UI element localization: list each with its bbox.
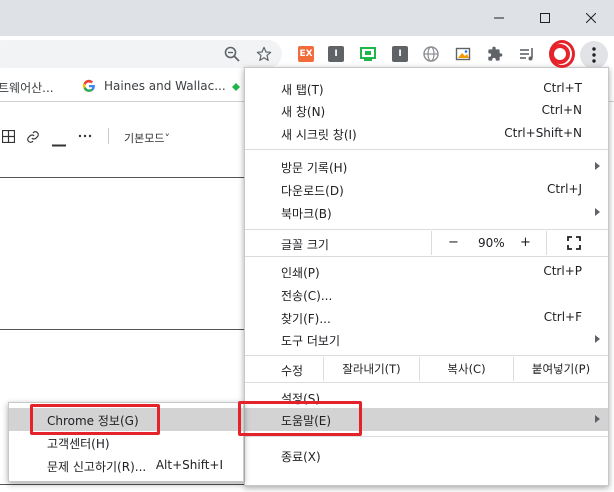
style-mode-dropdown[interactable]: 기본모드˅ (124, 130, 170, 146)
bookmark-item-1[interactable]: 트웨어산... (0, 79, 54, 96)
menu-item-find[interactable]: 찾기(F)... Ctrl+F (245, 306, 608, 329)
paste-button[interactable]: 붙여넣기(P) (513, 357, 608, 381)
menu-item-shortcut: Ctrl+Shift+N (504, 126, 582, 140)
menu-item-more-tools[interactable]: 도구 더보기 (245, 328, 608, 351)
menu-item-incognito[interactable]: 새 시크릿 창(I) Ctrl+Shift+N (245, 122, 608, 145)
menu-item-label: 다운로드(D) (281, 184, 344, 198)
submenu-arrow-icon (595, 335, 600, 343)
menu-item-label: 새 시크릿 창(I) (281, 128, 357, 142)
toolbar-divider (108, 128, 109, 148)
extension-gray-1-button[interactable]: I (326, 44, 346, 64)
menu-item-label: 인쇄(P) (281, 266, 320, 280)
menu-zoom-row: 글꼴 크기 − 90% + (245, 231, 608, 255)
fullscreen-icon[interactable] (567, 236, 581, 250)
menu-item-shortcut: Ctrl+T (543, 81, 582, 95)
zoom-out-magnifier-icon[interactable] (222, 44, 242, 64)
table-icon[interactable] (1, 129, 16, 147)
minimize-icon (494, 17, 504, 19)
star-icon[interactable] (254, 44, 274, 64)
extension-green-icon (360, 47, 376, 61)
title-bar (0, 0, 614, 36)
menu-item-label: 새 탭(T) (281, 83, 324, 97)
extension-green-button[interactable] (358, 44, 378, 64)
submenu-item-label: 고객센터(H) (47, 437, 110, 451)
submenu-item-shortcut: Alt+Shift+I (155, 458, 223, 472)
copy-button[interactable]: 복사(C) (419, 357, 513, 381)
globe-icon[interactable] (421, 44, 441, 64)
edit-label: 수정 (281, 364, 304, 378)
cut-button[interactable]: 잘라내기(T) (323, 357, 419, 381)
menu-item-new-window[interactable]: 새 창(N) Ctrl+N (245, 99, 608, 122)
content-divider-1 (0, 177, 244, 178)
menu-item-shortcut: Ctrl+J (547, 182, 582, 196)
menu-item-label: 전송(C)... (281, 289, 333, 303)
menu-item-cast[interactable]: 전송(C)... (245, 283, 608, 306)
annotation-help-highlight (238, 401, 362, 436)
menu-separator (245, 229, 608, 230)
extension-gray-1-icon: I (328, 46, 344, 62)
menu-item-exit[interactable]: 종료(X) (245, 444, 608, 467)
menu-separator (245, 256, 608, 257)
minimize-button[interactable] (476, 0, 522, 36)
editor-toolbar: 기본모드˅ (0, 126, 250, 150)
menu-separator (245, 436, 608, 437)
ex-extension-icon: EX (298, 46, 314, 62)
menu-item-shortcut: Ctrl+N (541, 103, 582, 117)
maximize-icon (540, 13, 550, 23)
content-divider-2 (0, 329, 244, 330)
extension-gray-2-icon: I (392, 46, 408, 62)
maximize-button[interactable] (522, 0, 568, 36)
menu-item-history[interactable]: 방문 기록(H) (245, 155, 608, 178)
annotation-about-highlight (30, 404, 160, 435)
submenu-arrow-icon (595, 415, 600, 423)
menu-item-new-tab[interactable]: 새 탭(T) Ctrl+T (245, 77, 608, 100)
menu-item-print[interactable]: 인쇄(P) Ctrl+P (245, 260, 608, 283)
menu-item-shortcut: Ctrl+F (543, 310, 582, 324)
bookmark-item-2[interactable]: Haines and Wallac... (104, 79, 226, 93)
close-button[interactable] (568, 0, 614, 36)
google-icon (82, 79, 96, 94)
submenu-arrow-icon (595, 208, 600, 216)
bookmark-folder-icon[interactable] (232, 81, 242, 96)
three-dot-menu-icon (592, 47, 596, 63)
extension-gray-2-button[interactable]: I (390, 44, 410, 64)
puzzle-icon[interactable] (485, 44, 505, 64)
menu-separator (245, 149, 608, 150)
menu-item-downloads[interactable]: 다운로드(D) Ctrl+J (245, 178, 608, 201)
close-icon (586, 13, 596, 23)
media-queue-icon[interactable] (517, 44, 537, 64)
menu-item-label: 새 창(N) (281, 105, 326, 119)
menu-item-label: 종료(X) (281, 450, 321, 464)
menu-item-bookmarks[interactable]: 북마크(B) (245, 201, 608, 224)
menu-separator (245, 355, 608, 356)
menu-item-label: 북마크(B) (281, 207, 332, 221)
ex-extension-button[interactable]: EX (296, 44, 316, 64)
image-icon[interactable] (453, 44, 473, 64)
chrome-menu-button[interactable] (580, 41, 608, 69)
menu-item-label: 방문 기록(H) (281, 161, 348, 175)
zoom-out-button[interactable]: − (448, 235, 459, 250)
menu-item-shortcut: Ctrl+P (543, 264, 582, 278)
submenu-item-label: 문제 신고하기(R)... (47, 460, 147, 474)
submenu-arrow-icon (595, 162, 600, 170)
horizontal-line-icon[interactable] (52, 136, 66, 151)
submenu-item-report-issue[interactable]: 문제 신고하기(R)... Alt+Shift+I (9, 454, 243, 477)
zoom-in-button[interactable]: + (520, 235, 531, 250)
zoom-controls: − 90% + (431, 231, 547, 255)
annotation-profile-highlight (549, 40, 575, 68)
zoom-level: 90% (478, 236, 505, 250)
menu-edit-row: 수정 잘라내기(T) 복사(C) 붙여넣기(P) (245, 357, 608, 381)
link-icon[interactable] (26, 130, 40, 148)
menu-item-label: 찾기(F)... (281, 312, 331, 326)
menu-item-label: 도구 더보기 (281, 334, 341, 348)
menu-separator (245, 382, 608, 383)
more-horizontal-icon[interactable] (78, 129, 92, 147)
font-size-label: 글꼴 크기 (281, 238, 329, 252)
